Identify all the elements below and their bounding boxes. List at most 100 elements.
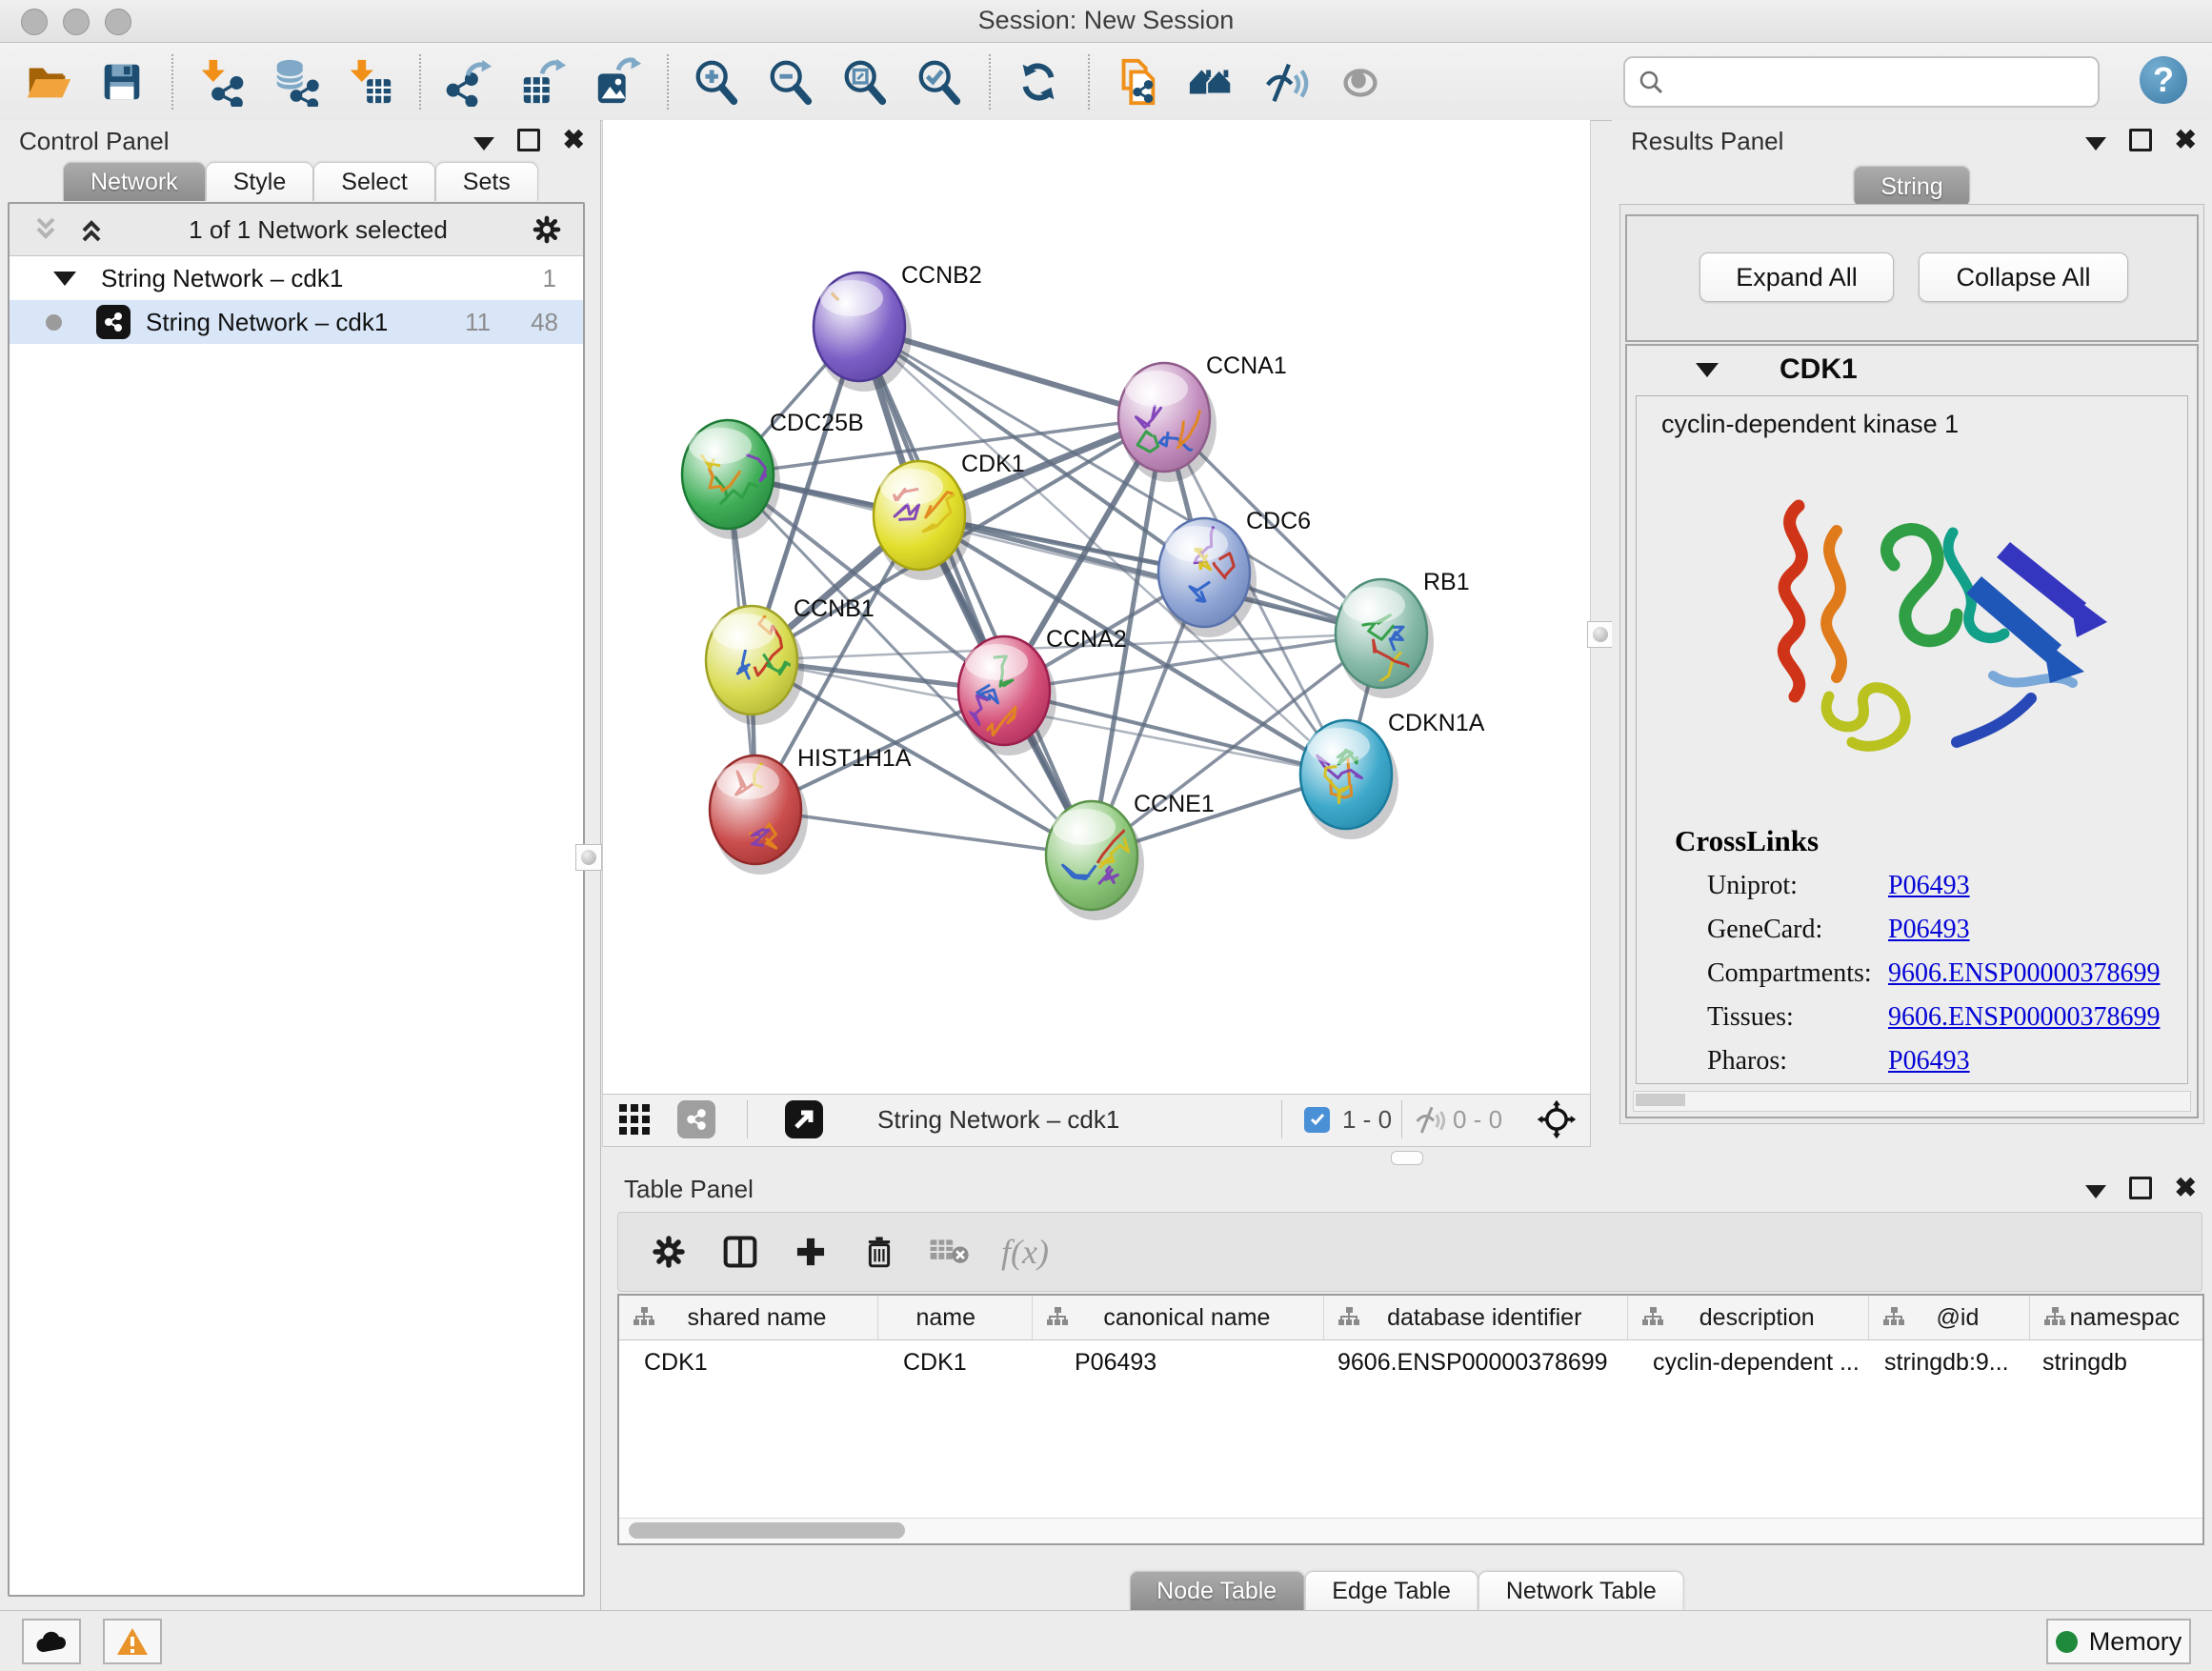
network-node-CCNB2[interactable]: CCNB2 xyxy=(738,193,982,392)
hidden-elements-icon[interactable] xyxy=(1413,1095,1447,1144)
table-header-row: shared name name canonical name database… xyxy=(619,1296,2202,1340)
control-panel-header: Control Panel ✖ xyxy=(0,120,600,162)
crosslink-link[interactable]: P06493 xyxy=(1888,871,1970,901)
tab-string[interactable]: String xyxy=(1853,166,1970,207)
network-node-HIST1H1A[interactable]: HIST1H1A xyxy=(710,738,912,875)
panel-float-icon[interactable] xyxy=(2129,129,2152,151)
tab-network-table[interactable]: Network Table xyxy=(1478,1571,1684,1610)
zoom-selected-icon[interactable] xyxy=(913,55,966,109)
collection-name: String Network – cdk1 xyxy=(101,264,343,293)
tab-select[interactable]: Select xyxy=(313,162,434,201)
export-table-icon[interactable] xyxy=(516,55,570,109)
panel-menu-icon[interactable] xyxy=(2085,1185,2106,1198)
zoom-out-icon[interactable] xyxy=(764,55,817,109)
tab-node-table[interactable]: Node Table xyxy=(1129,1571,1304,1610)
panel-menu-icon[interactable] xyxy=(2085,137,2106,151)
table-row[interactable]: CDK1 CDK1 P06493 9606.ENSP00000378699 cy… xyxy=(619,1340,2202,1384)
table-settings-gear-icon[interactable] xyxy=(649,1232,689,1272)
detach-view-icon[interactable] xyxy=(784,1095,824,1144)
memory-button[interactable]: Memory xyxy=(2046,1619,2191,1664)
show-columns-icon[interactable] xyxy=(719,1232,761,1272)
grid-view-icon[interactable] xyxy=(617,1095,652,1144)
network-edge[interactable] xyxy=(859,327,1092,856)
network-node-RB1[interactable]: RB1 xyxy=(1336,569,1470,699)
selected-nodes-checkbox[interactable] xyxy=(1304,1095,1330,1144)
import-network-file-icon[interactable] xyxy=(194,55,248,109)
column-header[interactable]: description xyxy=(1628,1296,1869,1339)
gear-icon[interactable] xyxy=(530,212,564,247)
zoom-in-icon[interactable] xyxy=(690,55,743,109)
protein-section-header[interactable]: CDK1 xyxy=(1627,346,2197,393)
panel-float-icon[interactable] xyxy=(517,129,540,151)
column-header[interactable]: database identifier xyxy=(1324,1296,1628,1339)
bottom-splitter-handle[interactable] xyxy=(1391,1151,1423,1165)
warnings-button[interactable] xyxy=(103,1619,162,1664)
expand-all-button[interactable]: Expand All xyxy=(1699,252,1894,302)
right-splitter-handle[interactable] xyxy=(1587,621,1614,648)
network-node-CCNA1[interactable]: CCNA1 xyxy=(1118,352,1287,482)
import-network-database-icon[interactable] xyxy=(269,55,322,109)
network-node-CDKN1A[interactable]: CDKN1A xyxy=(1300,710,1485,839)
import-table-file-icon[interactable] xyxy=(343,55,396,109)
save-session-icon[interactable] xyxy=(95,55,149,109)
network-node-CCNE1[interactable]: CCNE1 xyxy=(1046,791,1215,920)
network-node-label: CDKN1A xyxy=(1388,710,1485,736)
network-node-CDK1[interactable]: CDK1 xyxy=(874,451,1025,580)
protein-disclosure-icon[interactable] xyxy=(1696,363,1719,377)
network-node-label: HIST1H1A xyxy=(797,745,912,772)
panel-float-icon[interactable] xyxy=(2129,1177,2152,1199)
tab-style[interactable]: Style xyxy=(206,162,314,201)
crosslink-link[interactable]: 9606.ENSP00000378699 xyxy=(1888,1002,2160,1033)
expand-all-icon[interactable] xyxy=(76,215,107,244)
column-header[interactable]: name xyxy=(878,1296,1033,1339)
home-icon[interactable] xyxy=(1185,55,1238,109)
collection-disclosure-icon[interactable] xyxy=(53,272,76,286)
network-row[interactable]: String Network – cdk1 11 48 xyxy=(10,300,583,344)
string-app-documents-icon[interactable] xyxy=(1111,55,1164,109)
tab-network[interactable]: Network xyxy=(63,162,206,201)
left-splitter-handle[interactable] xyxy=(575,844,602,871)
network-view-mode-icon[interactable] xyxy=(677,1095,715,1144)
toolbar-search xyxy=(1623,56,2100,108)
hide-graphics-details-icon[interactable] xyxy=(1259,55,1313,109)
protein-details-content: cyclin-dependent kinase 1 xyxy=(1636,395,2188,1084)
panel-close-icon[interactable]: ✖ xyxy=(2175,128,2197,152)
refresh-view-icon[interactable] xyxy=(1012,55,1065,109)
export-image-icon[interactable] xyxy=(591,55,644,109)
column-header[interactable]: shared name xyxy=(619,1296,878,1339)
panel-close-icon[interactable]: ✖ xyxy=(563,128,585,152)
crosslink-link[interactable]: P06493 xyxy=(1888,1046,1970,1077)
crosslink-link[interactable]: P06493 xyxy=(1888,915,1970,945)
results-horizontal-scrollbar[interactable] xyxy=(1633,1091,2191,1112)
collapse-all-button[interactable]: Collapse All xyxy=(1919,252,2128,302)
warning-icon xyxy=(116,1627,149,1656)
network-collection-row[interactable]: String Network – cdk1 1 xyxy=(10,256,583,300)
add-column-icon[interactable] xyxy=(792,1233,830,1271)
open-session-icon[interactable] xyxy=(21,55,74,109)
panel-menu-icon[interactable] xyxy=(473,137,494,151)
search-input[interactable] xyxy=(1665,62,2098,102)
export-network-icon[interactable] xyxy=(442,55,495,109)
network-node-CDC6[interactable]: CDC6 xyxy=(1158,508,1311,637)
crosslink-link[interactable]: 9606.ENSP00000378699 xyxy=(1888,958,2160,989)
network-node-CCNA2[interactable]: CCNA2 xyxy=(958,626,1127,755)
control-panel-title: Control Panel xyxy=(19,127,170,156)
toolbar-separator xyxy=(171,54,173,110)
panel-close-icon[interactable]: ✖ xyxy=(2175,1176,2197,1200)
show-graphics-details-icon[interactable] xyxy=(1334,55,1387,109)
application-window: Session: New Session xyxy=(0,0,2212,1671)
birds-eye-view-icon[interactable] xyxy=(1537,1095,1577,1144)
network-node-CCNB1[interactable]: CCNB1 xyxy=(706,595,875,725)
column-header[interactable]: namespac xyxy=(2030,1296,2202,1339)
help-icon[interactable]: ? xyxy=(2140,56,2187,104)
column-header[interactable]: canonical name xyxy=(1033,1296,1324,1339)
collapse-all-icon[interactable] xyxy=(30,215,61,244)
tab-edge-table[interactable]: Edge Table xyxy=(1304,1571,1478,1610)
column-header[interactable]: @id xyxy=(1869,1296,2029,1339)
zoom-fit-icon[interactable] xyxy=(838,55,892,109)
delete-column-icon[interactable] xyxy=(860,1232,898,1272)
network-canvas[interactable]: CCNB2CCNA1CDC25BCDK1CDC6RB1CCNB1CCNA2CDK… xyxy=(602,120,1591,1094)
cloud-status-button[interactable] xyxy=(22,1619,81,1664)
table-horizontal-scrollbar[interactable] xyxy=(619,1518,2202,1543)
tab-sets[interactable]: Sets xyxy=(435,162,538,201)
